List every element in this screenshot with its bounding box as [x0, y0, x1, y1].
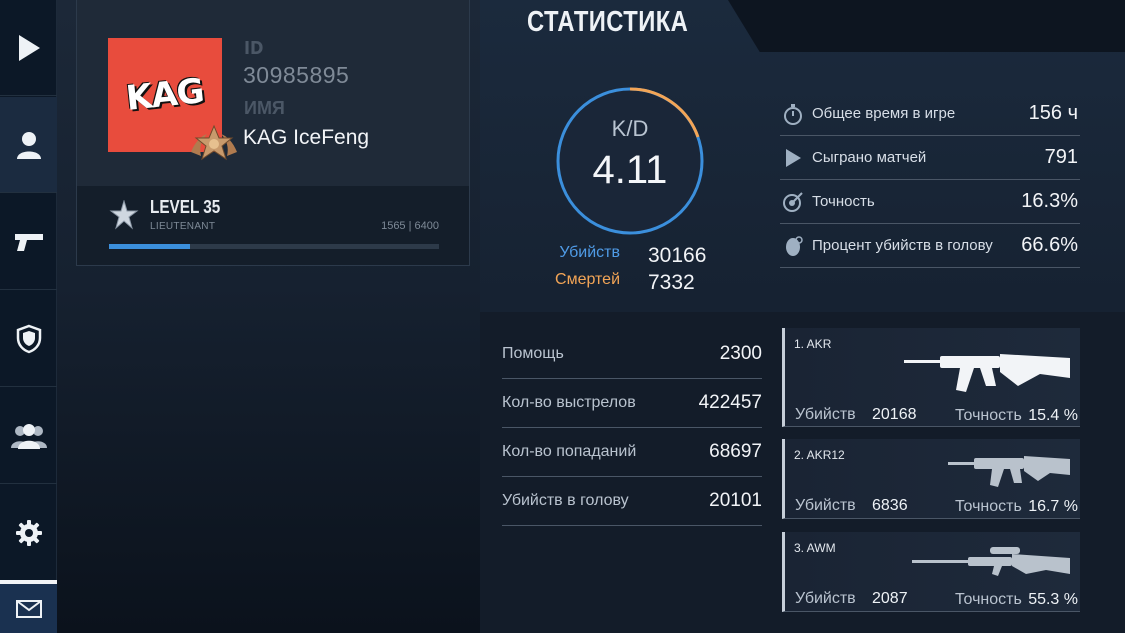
weapon-accuracy-label: Точность — [955, 407, 1022, 424]
stat-value: 422457 — [698, 392, 762, 413]
deaths-row: Смертей 7332 — [540, 271, 720, 295]
xp-progress-fill — [109, 244, 190, 249]
rank-badge-icon — [191, 124, 237, 161]
general-stats: Общее время в игре 156 ч Сыграно матчей … — [780, 92, 1080, 268]
sidebar-item-weapons[interactable] — [0, 194, 57, 290]
friends-icon — [10, 423, 47, 449]
name-label: ИМЯ — [244, 98, 285, 118]
weapon-accuracy-label: Точность — [955, 498, 1022, 515]
stat-row-hits: Кол-во попаданий 68697 — [502, 428, 762, 477]
level-title: LEVEL 35 — [150, 197, 221, 217]
sidebar-item-settings[interactable] — [0, 485, 57, 581]
weapon-name: 3. AWM — [794, 541, 836, 555]
stat-value: 16.3% — [1021, 190, 1078, 212]
sidebar-item-mail[interactable] — [0, 580, 57, 633]
stat-row-assists: Помощь 2300 — [502, 330, 762, 379]
profile-card: KAG ID 30985895 ИМЯ KAG IceFeng LEVEL 35… — [76, 0, 470, 266]
avatar-logo: KAG — [124, 71, 206, 119]
stat-label: Убийств в голову — [502, 492, 629, 509]
gear-icon — [15, 520, 42, 546]
stat-value: 156 ч — [1028, 102, 1078, 124]
header-dark-band — [728, 0, 1125, 52]
stat-value: 2300 — [719, 343, 762, 364]
target-icon — [782, 191, 804, 213]
kills-row: Убийств 30166 — [540, 244, 720, 268]
clan-shield-icon — [16, 324, 41, 353]
weapon-accuracy-value: 55.3 % — [1028, 591, 1078, 608]
weapon-kills-value: 2087 — [872, 590, 908, 607]
stat-value: 20101 — [709, 490, 762, 511]
stat-value: 66.6% — [1021, 234, 1078, 256]
sidebar-item-profile[interactable] — [0, 97, 57, 193]
weapon-kills-value: 20168 — [872, 406, 917, 423]
user-icon — [16, 131, 41, 159]
sidebar-item-friends[interactable] — [0, 388, 57, 484]
level-strip: LEVEL 35 LIEUTENANT 1565 | 6400 — [77, 186, 469, 265]
weapon-card-akr12[interactable]: 2. AKR12 Убийств 6836 Точность 16.7 % — [782, 439, 1080, 519]
stat-label: Процент убийств в голову — [812, 237, 993, 254]
weapon-kills-label: Убийств — [795, 590, 856, 607]
weapon-accuracy-value: 16.7 % — [1028, 498, 1078, 515]
mail-icon — [15, 599, 42, 618]
xp-text: 1565 | 6400 — [381, 220, 439, 232]
stat-label: Общее время в игре — [812, 105, 956, 122]
weapon-card-akr[interactable]: 1. AKR Убийств 20168 Точность 15.4 % — [782, 328, 1080, 427]
sidebar-item-play[interactable] — [0, 0, 57, 96]
kills-label: Убийств — [559, 244, 620, 261]
stat-row-accuracy: Точность 16.3% — [780, 180, 1080, 224]
kd-label: K/D — [611, 116, 649, 141]
stat-row-playtime: Общее время в игре 156 ч — [780, 92, 1080, 136]
kills-value: 30166 — [648, 244, 707, 267]
stat-label: Точность — [812, 193, 875, 210]
stat-row-matches: Сыграно матчей 791 — [780, 136, 1080, 180]
stat-label: Кол-во попаданий — [502, 443, 637, 460]
play-triangle-icon — [782, 147, 804, 169]
deaths-value: 7332 — [648, 271, 695, 294]
awm-sniper-icon — [912, 547, 1070, 576]
page-title: СТАТИСТИКА — [527, 6, 689, 38]
kd-value: 4.11 — [592, 148, 668, 192]
weapon-name: 1. AKR — [794, 337, 832, 351]
id-label: ID — [244, 38, 264, 59]
rank-star-icon — [109, 200, 139, 230]
stat-value: 791 — [1044, 146, 1078, 168]
xp-progress-bar — [109, 244, 439, 249]
weapon-accuracy-label: Точность — [955, 591, 1022, 608]
stat-value: 68697 — [709, 441, 762, 462]
weapon-accuracy-value: 15.4 % — [1028, 407, 1078, 424]
stat-label: Кол-во выстрелов — [502, 394, 636, 411]
pistol-icon — [14, 233, 43, 251]
player-name: KAG IceFeng — [243, 126, 370, 149]
stat-label: Сыграно матчей — [812, 149, 927, 166]
stat-row-shots: Кол-во выстрелов 422457 — [502, 379, 762, 428]
weapon-name: 2. AKR12 — [794, 448, 845, 462]
stat-row-headshot-pct: Процент убийств в голову 66.6% — [780, 224, 1080, 268]
weapon-kills-label: Убийств — [795, 406, 856, 423]
weapon-card-awm[interactable]: 3. AWM Убийств 2087 Точность 55.3 % — [782, 532, 1080, 612]
akr12-rifle-icon — [948, 456, 1070, 487]
weapon-kills-value: 6836 — [872, 497, 908, 514]
stat-row-headshots: Убийств в голову 20101 — [502, 477, 762, 526]
play-icon — [18, 34, 40, 61]
weapon-kills-label: Убийств — [795, 497, 856, 514]
stopwatch-icon — [782, 103, 804, 125]
sidebar — [0, 0, 57, 633]
misc-stats: Помощь 2300 Кол-во выстрелов 422457 Кол-… — [502, 330, 762, 526]
akr-rifle-icon — [904, 354, 1070, 392]
deaths-label: Смертей — [555, 271, 620, 288]
player-id: 30985895 — [243, 62, 350, 88]
rank-name: LIEUTENANT — [150, 221, 216, 232]
headshot-icon — [782, 235, 804, 257]
stat-label: Помощь — [502, 345, 564, 362]
sidebar-item-clan[interactable] — [0, 291, 57, 387]
